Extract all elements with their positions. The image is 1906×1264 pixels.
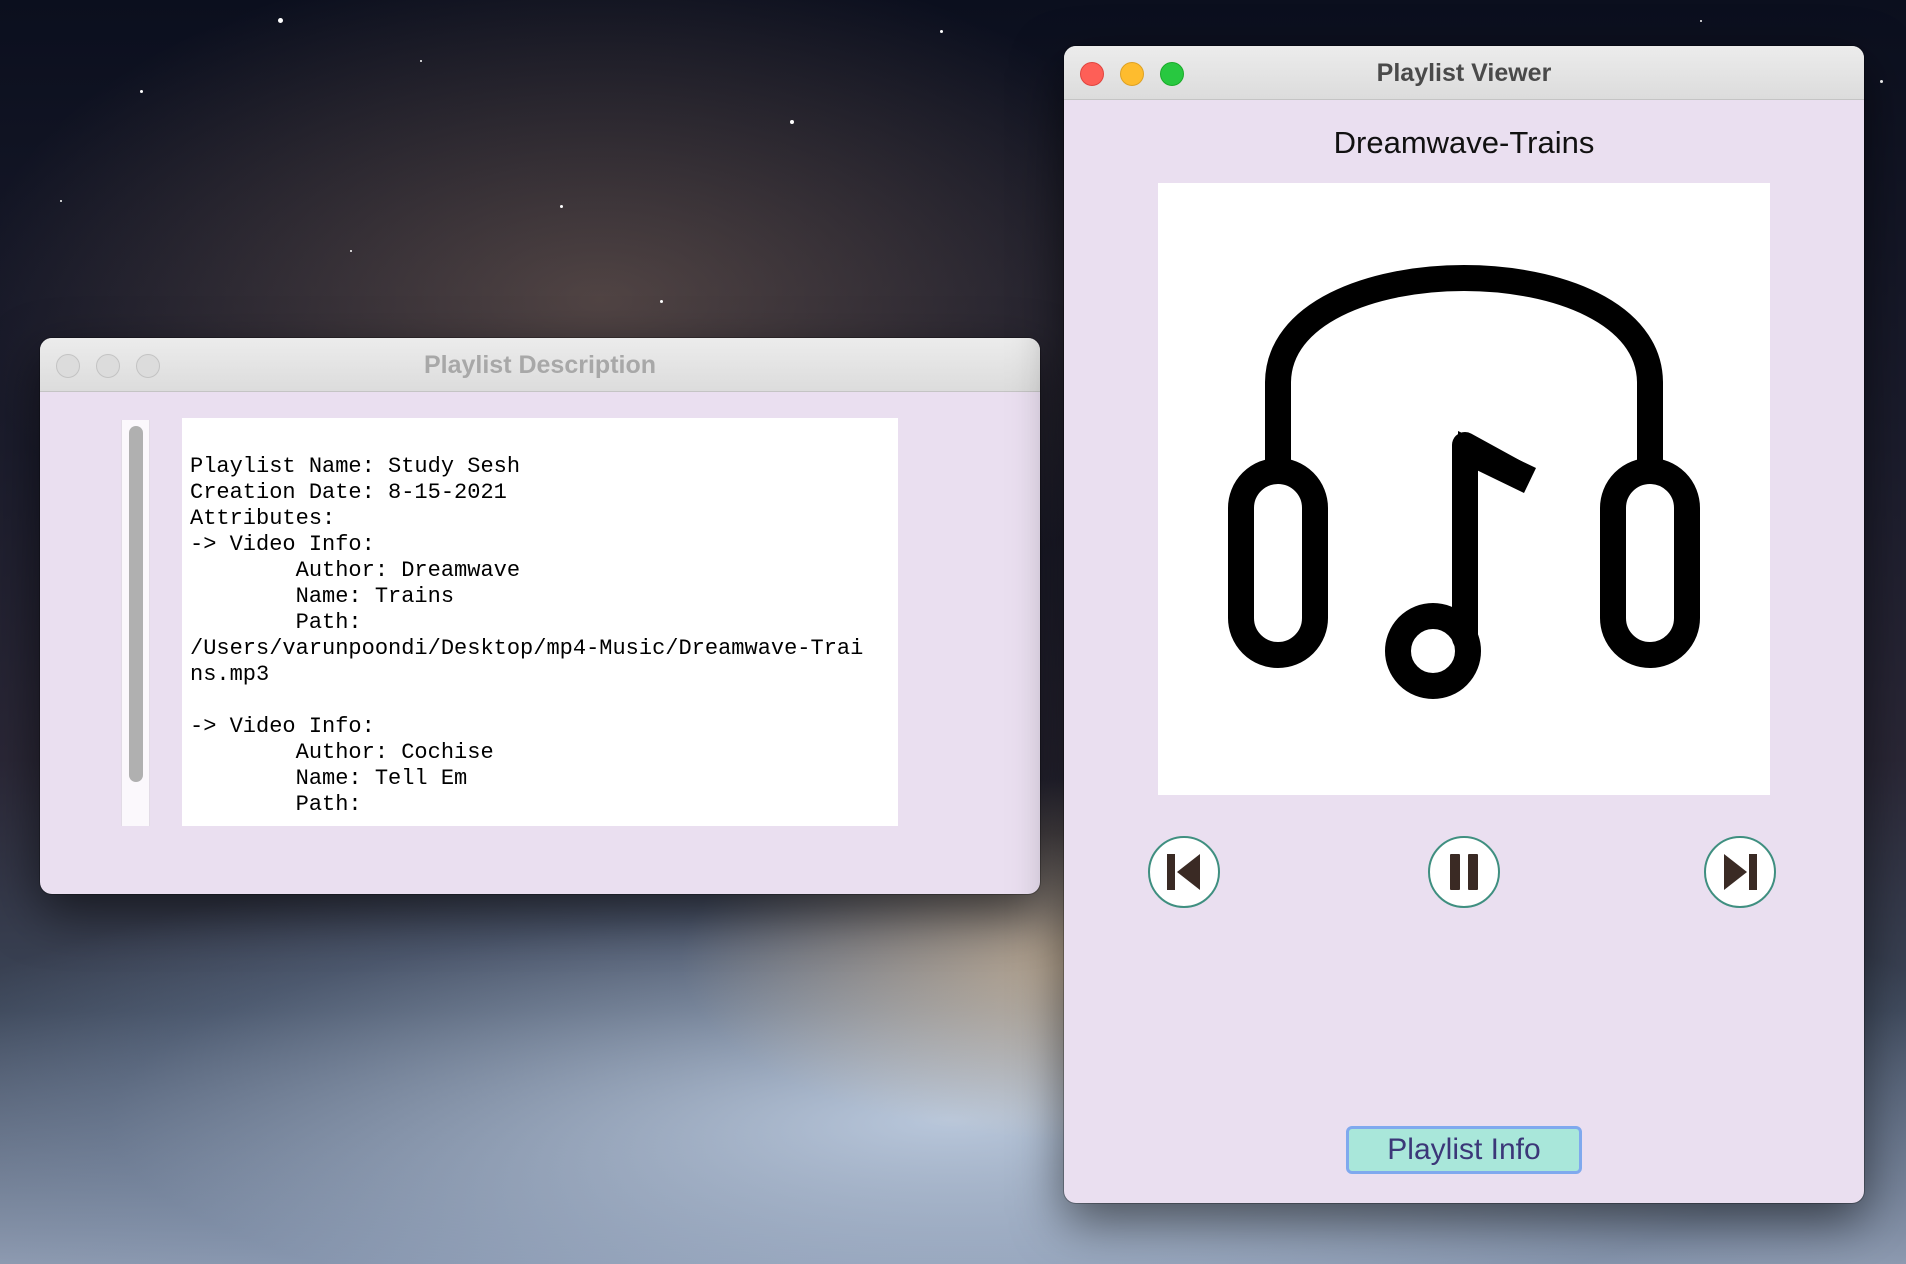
scrollbar-thumb[interactable]	[129, 426, 143, 782]
description-line: /Users/varunpoondi/Desktop/mp4-Music/Dre…	[190, 636, 864, 661]
star	[1700, 20, 1702, 22]
playlist-viewer-window: Playlist Viewer Dreamwave-Trains Playlis…	[1064, 46, 1864, 1203]
pause-button[interactable]	[1428, 836, 1500, 908]
album-art	[1158, 183, 1770, 795]
next-button[interactable]	[1704, 836, 1776, 908]
headphones-music-note-icon	[1228, 265, 1700, 699]
star	[560, 205, 563, 208]
playlist-description-window: Playlist Description Playlist Name: Stud…	[40, 338, 1040, 894]
description-line: Attributes:	[190, 506, 336, 531]
star	[790, 120, 794, 124]
description-line: Name: Tell Em	[190, 766, 468, 791]
vertical-scrollbar[interactable]	[121, 420, 150, 826]
playlist-info-button[interactable]: Playlist Info	[1346, 1126, 1582, 1174]
window-title: Playlist Description	[423, 351, 657, 379]
star	[940, 30, 943, 33]
description-line	[190, 688, 890, 714]
title-bar[interactable]: Playlist Description	[40, 338, 1040, 392]
description-line: -> Video Info:	[190, 714, 375, 739]
star	[278, 18, 283, 23]
description-line: Name: Trains	[190, 584, 455, 609]
description-line: Path:	[190, 792, 362, 817]
star	[660, 300, 663, 303]
song-title: Dreamwave-Trains	[1333, 125, 1595, 160]
skip-back-icon	[1167, 854, 1200, 890]
description-line: -> Video Info:	[190, 532, 375, 557]
pause-icon	[1450, 854, 1478, 890]
description-line: ns.mp3	[190, 662, 270, 687]
title-bar[interactable]: Playlist Viewer	[1064, 46, 1864, 100]
description-line: Path:	[190, 610, 362, 635]
description-line: Playlist Name: Study Sesh	[190, 454, 521, 479]
star	[60, 200, 62, 202]
star	[350, 250, 352, 252]
window-title: Playlist Viewer	[1376, 59, 1552, 87]
description-text-area[interactable]: Playlist Name: Study Sesh Creation Date:…	[182, 418, 898, 826]
description-line: Creation Date: 8-15-2021	[190, 480, 507, 505]
star	[420, 60, 422, 62]
previous-button[interactable]	[1148, 836, 1220, 908]
description-line: Author: Cochise	[190, 740, 494, 765]
description-line: Author: Dreamwave	[190, 558, 521, 583]
star	[140, 90, 143, 93]
skip-forward-icon	[1724, 854, 1757, 890]
star	[1880, 80, 1883, 83]
